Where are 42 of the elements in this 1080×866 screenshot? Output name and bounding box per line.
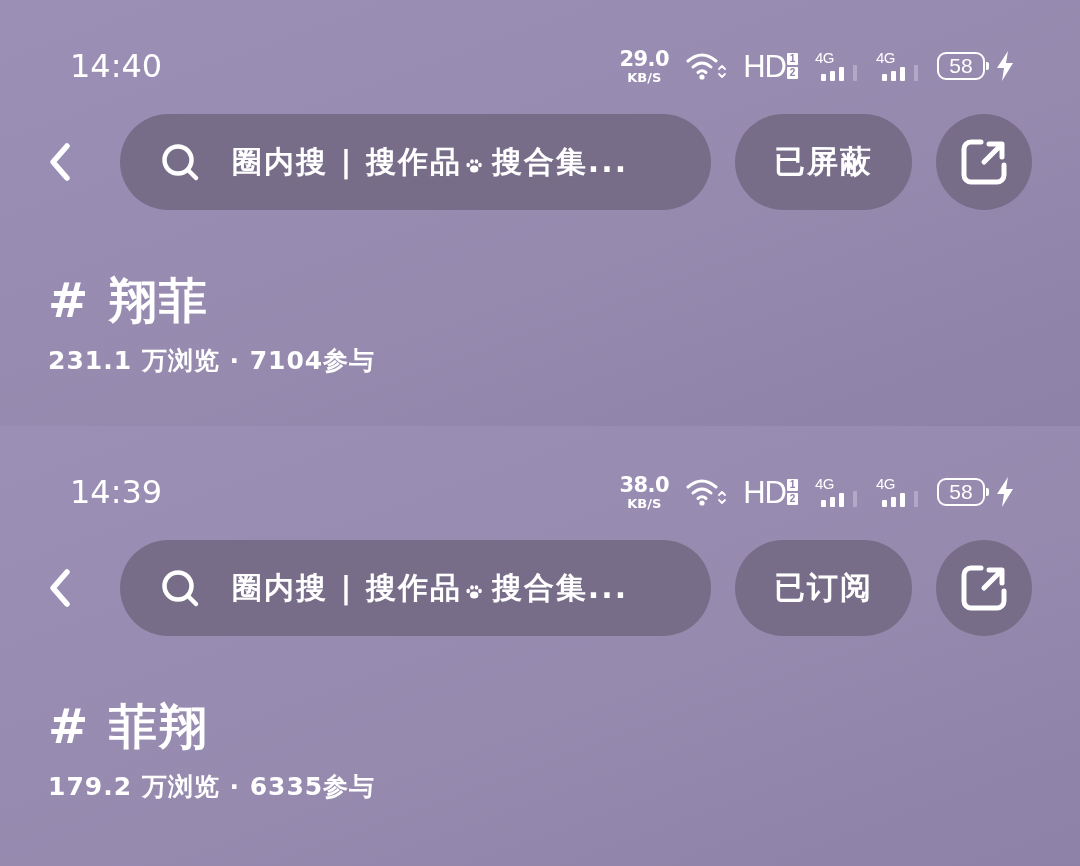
back-button[interactable]	[48, 568, 72, 608]
topic-title: # 翔菲	[48, 271, 210, 330]
search-placeholder: 搜合集...	[491, 142, 629, 181]
search-field[interactable]: 圈内搜 | 搜作品 搜合集...	[120, 114, 711, 210]
hd-label: HD	[743, 50, 786, 82]
search-icon	[160, 142, 200, 182]
search-placeholder: 圈内搜 | 搜作品	[232, 568, 462, 608]
topic-title: # 菲翔	[48, 697, 210, 756]
network-speed-unit: KB/S	[627, 70, 662, 84]
paw-icon	[465, 159, 482, 173]
sim-badge: 1	[787, 53, 798, 65]
battery-indicator: 58	[937, 478, 985, 506]
status-button[interactable]: 已订阅	[735, 540, 912, 636]
battery-indicator: 58	[937, 52, 985, 80]
network-type-label: 4G	[876, 51, 895, 65]
network-speed-value: 38.0	[619, 474, 670, 496]
sim-badge: 1	[787, 479, 798, 491]
network-speed-unit: KB/S	[627, 496, 662, 510]
sim-badge: 2	[787, 493, 798, 505]
share-icon	[960, 138, 1008, 186]
status-button[interactable]: 已屏蔽	[735, 114, 912, 210]
share-icon	[960, 564, 1008, 612]
status-time: 14:39	[70, 476, 163, 508]
status-time: 14:40	[70, 50, 163, 82]
chevron-left-icon	[48, 568, 72, 608]
search-placeholder: 搜合集...	[491, 568, 629, 607]
search-placeholder: 圈内搜 | 搜作品	[232, 142, 462, 182]
network-type-label: 4G	[876, 477, 895, 491]
search-icon	[160, 568, 200, 608]
paw-icon	[465, 585, 482, 599]
back-button[interactable]	[48, 142, 72, 182]
network-type-label: 4G	[815, 477, 834, 491]
sim-badge: 2	[787, 67, 798, 79]
chevron-left-icon	[48, 142, 72, 182]
network-speed-value: 29.0	[619, 48, 670, 70]
search-field[interactable]: 圈内搜 | 搜作品 搜合集...	[120, 540, 711, 636]
wifi-icon	[686, 52, 727, 80]
hd-label: HD	[743, 476, 786, 508]
network-type-label: 4G	[815, 51, 834, 65]
topic-stats: 179.2 万浏览 · 6335参与	[48, 771, 377, 803]
topic-stats: 231.1 万浏览 · 7104参与	[48, 345, 377, 377]
wifi-icon	[686, 478, 727, 506]
